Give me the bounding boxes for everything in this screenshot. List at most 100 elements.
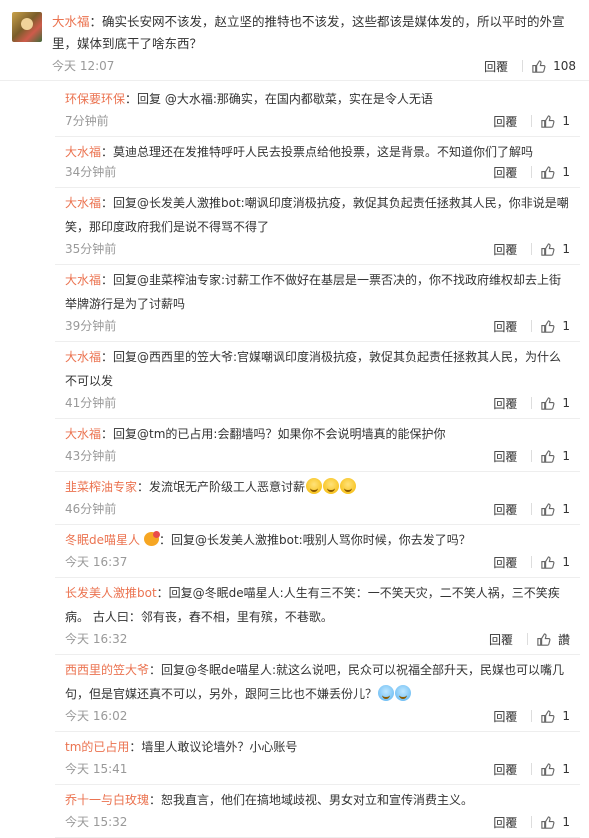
reply-button[interactable]: 回覆 xyxy=(493,814,517,831)
reply-time: 39分钟前 xyxy=(65,319,117,333)
divider xyxy=(531,556,533,568)
reply-button[interactable]: 回覆 xyxy=(493,554,517,571)
reply-body: ：墙里人敢议论墙外？小心账号 xyxy=(129,740,298,754)
reply-user[interactable]: 大水福 xyxy=(65,145,101,159)
thumbs-up-icon[interactable] xyxy=(540,396,555,411)
reply-text: 长发美人激推bot：回复@冬眠de喵星人:人生有三不笑：一不笑天灾，二不笑人祸，… xyxy=(65,581,570,629)
main-comment-body: ：确实长安网不该发，赵立坚的推特也不该发，这些都该是媒体发的，所以平时的外宣里，… xyxy=(52,14,565,51)
divider xyxy=(531,450,533,462)
reply-actions: 回覆 1 xyxy=(493,317,570,335)
thumbs-up-icon[interactable] xyxy=(540,709,555,724)
thumbs-up-icon[interactable] xyxy=(540,165,555,180)
reply-button[interactable]: 回覆 xyxy=(493,448,517,465)
reply-user[interactable]: 环保要环保 xyxy=(65,92,125,106)
reply-actions: 回覆 1 xyxy=(493,500,570,518)
reply-user[interactable]: 韭菜榨油专家 xyxy=(65,480,137,494)
reply-user[interactable]: tm的已占用 xyxy=(65,740,129,754)
thumbs-up-icon[interactable] xyxy=(536,632,551,647)
reply-user[interactable]: 大水福 xyxy=(65,196,101,210)
list-item: 乔十一与白玫瑰：恕我直言，他们在搞地域歧视、男女对立和宣传消费主义。今天 15:… xyxy=(55,785,580,838)
laugh-cry-emoji-icon xyxy=(378,685,395,701)
thumbs-up-icon[interactable] xyxy=(540,815,555,830)
reply-text: 冬眠de喵星人 ：回复@长发美人激推bot:哦别人骂你时候，你去发了吗？ xyxy=(65,528,570,552)
reply-meta: 35分钟前 回覆 1 xyxy=(65,240,570,258)
thumbs-up-icon[interactable] xyxy=(540,555,555,570)
reply-button[interactable]: 回覆 xyxy=(493,241,517,258)
reply-time: 今天 15:41 xyxy=(65,762,128,776)
thumbs-up-icon[interactable] xyxy=(540,762,555,777)
laugh-cry-emoji-icon xyxy=(395,685,412,701)
list-item: 大水福：回复@韭菜榨油专家:讨薪工作不做好在基层是一票否决的，你不找政府维权却去… xyxy=(55,265,580,342)
reply-time: 今天 15:32 xyxy=(65,815,128,829)
avatar[interactable] xyxy=(12,12,42,42)
list-item: tm的已占用：墙里人敢议论墙外？小心账号 今天 15:41 回覆 1 xyxy=(55,732,580,785)
reply-text: 大水福：回复@长发美人激推bot:嘲讽印度消极抗疫，敦促其负起责任拯救其人民，你… xyxy=(65,191,570,239)
reply-body: ：回复@韭菜榨油专家:讨薪工作不做好在基层是一票否决的，你不找政府维权却去上街举… xyxy=(65,273,562,311)
reply-list: 环保要环保：回复 @大水福:那确实，在国内都歇菜，实在是令人无语 7分钟前 回覆 1 大… xyxy=(55,84,580,838)
like-count: 1 xyxy=(562,165,570,179)
reply-time: 35分钟前 xyxy=(65,242,117,256)
divider xyxy=(531,816,533,828)
thumbs-up-icon[interactable] xyxy=(540,114,555,129)
divider xyxy=(531,763,533,775)
thumbs-up-icon[interactable] xyxy=(540,502,555,517)
like-count: 1 xyxy=(562,555,570,569)
divider xyxy=(522,60,524,72)
reply-meta: 39分钟前 回覆 1 xyxy=(65,317,570,335)
reply-time: 46分钟前 xyxy=(65,502,117,516)
reply-time: 7分钟前 xyxy=(65,114,109,128)
smile-emoji-icon xyxy=(306,478,323,494)
reply-actions: 回覆 1 xyxy=(493,813,570,831)
reply-user[interactable]: 大水福 xyxy=(65,427,101,441)
reply-body: ：回复@长发美人激推bot:嘲讽印度消极抗疫，敦促其负起责任拯救其人民，你非说是… xyxy=(65,196,569,234)
reply-user[interactable]: 大水福 xyxy=(65,350,101,364)
like-count: 讚 xyxy=(557,632,570,647)
reply-text: tm的已占用：墙里人敢议论墙外？小心账号 xyxy=(65,735,570,759)
thumbs-up-icon[interactable] xyxy=(540,319,555,334)
reply-body: ：莫迪总理还在发推特呼吁人民去投票点给他投票，这是背景。不知道你们了解吗 xyxy=(101,145,534,159)
reply-time: 43分钟前 xyxy=(65,449,117,463)
reply-button[interactable]: 回覆 xyxy=(484,58,508,75)
main-comment-meta: 今天 12:07 回覆 108 xyxy=(52,57,576,75)
reply-body: ：回复@长发美人激推bot:哦别人骂你时候，你去发了吗？ xyxy=(159,533,471,547)
reply-button[interactable]: 回覆 xyxy=(493,708,517,725)
reply-body: ：回复 @大水福:那确实，在国内都歇菜，实在是令人无语 xyxy=(125,92,433,106)
main-comment-user[interactable]: 大水福 xyxy=(52,14,90,29)
reply-actions: 回覆 1 xyxy=(493,760,570,778)
divider xyxy=(531,166,533,178)
reply-button[interactable]: 回覆 xyxy=(489,631,513,648)
reply-time: 今天 16:32 xyxy=(65,632,128,646)
reply-text: 乔十一与白玫瑰：恕我直言，他们在搞地域歧视、男女对立和宣传消费主义。 xyxy=(65,788,570,812)
list-item: 冬眠de喵星人 ：回复@长发美人激推bot:哦别人骂你时候，你去发了吗？ 今天 16… xyxy=(55,525,580,578)
main-comment-time: 今天 12:07 xyxy=(52,59,115,73)
reply-user[interactable]: 冬眠de喵星人 xyxy=(65,533,140,547)
divider xyxy=(531,503,533,515)
reply-user[interactable]: 大水福 xyxy=(65,273,101,287)
thumbs-up-icon[interactable] xyxy=(540,242,555,257)
like-count: 1 xyxy=(562,815,570,829)
reply-time: 34分钟前 xyxy=(65,165,117,179)
reply-button[interactable]: 回覆 xyxy=(493,501,517,518)
list-item: 西西里的笠大爷：回复@冬眠de喵星人:就这么说吧，民众可以祝福全部升天，民媒也可… xyxy=(55,655,580,732)
reply-user[interactable]: 西西里的笠大爷 xyxy=(65,663,149,677)
like-count: 1 xyxy=(562,709,570,723)
reply-text: 韭菜榨油专家：发流氓无产阶级工人恶意讨薪 xyxy=(65,475,570,499)
reply-text: 大水福：莫迪总理还在发推特呼吁人民去投票点给他投票，这是背景。不知道你们了解吗 xyxy=(65,140,570,164)
thumbs-up-icon[interactable] xyxy=(540,449,555,464)
reply-text: 西西里的笠大爷：回复@冬眠de喵星人:就这么说吧，民众可以祝福全部升天，民媒也可… xyxy=(65,658,570,706)
reply-actions: 回覆 1 xyxy=(493,553,570,571)
reply-actions: 回覆 1 xyxy=(493,707,570,725)
reply-time: 今天 16:02 xyxy=(65,709,128,723)
reply-meta: 今天 16:32 回覆 讚 xyxy=(65,630,570,648)
list-item: 长发美人激推bot：回复@冬眠de喵星人:人生有三不笑：一不笑天灾，二不笑人祸，… xyxy=(55,578,580,655)
like-count: 1 xyxy=(562,762,570,776)
user-badge-icon xyxy=(144,531,161,546)
thumbs-up-icon[interactable] xyxy=(531,59,546,74)
reply-button[interactable]: 回覆 xyxy=(493,113,517,130)
reply-button[interactable]: 回覆 xyxy=(493,318,517,335)
reply-user[interactable]: 长发美人激推bot xyxy=(65,586,157,600)
reply-button[interactable]: 回覆 xyxy=(493,395,517,412)
reply-button[interactable]: 回覆 xyxy=(493,761,517,778)
reply-button[interactable]: 回覆 xyxy=(493,164,517,181)
reply-user[interactable]: 乔十一与白玫瑰 xyxy=(65,793,149,807)
